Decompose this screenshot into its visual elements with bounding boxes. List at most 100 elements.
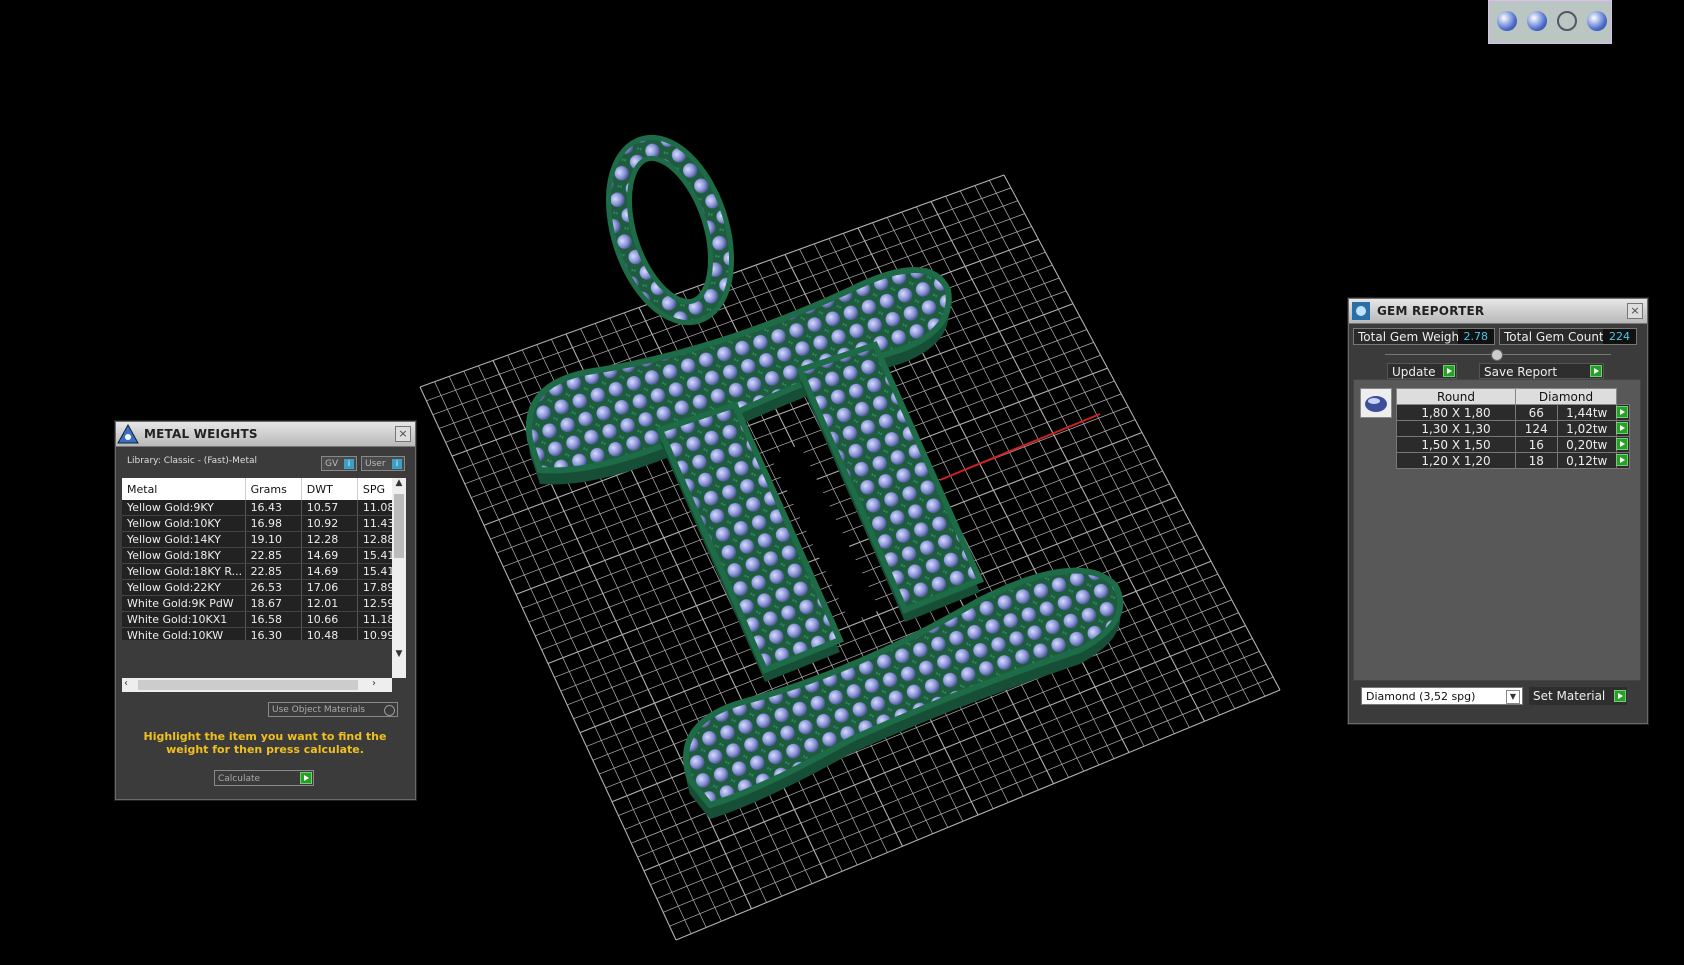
update-label: Update <box>1392 365 1436 379</box>
metal-weights-titlebar[interactable]: METAL WEIGHTS × <box>116 422 415 447</box>
column-header[interactable]: SPG <box>357 478 392 500</box>
scroll-thumb[interactable] <box>138 680 358 690</box>
table-cell: 10.99 <box>357 627 392 640</box>
play-icon <box>1616 438 1628 450</box>
scroll-up-icon[interactable]: ▲ <box>392 478 406 492</box>
close-icon[interactable]: × <box>1627 303 1643 319</box>
gem-table[interactable]: Round Diamond 1,80 X 1,80 66 1,44tw 1,30 X … <box>1396 388 1630 469</box>
horizontal-scrollbar[interactable]: ‹ › <box>122 678 392 692</box>
calculate-label: Calculate <box>218 774 261 784</box>
metal-weights-panel: METAL WEIGHTS × Library: Classic - (Fast… <box>115 421 416 800</box>
update-button[interactable]: Update <box>1387 363 1457 379</box>
table-row[interactable]: White Gold:9K PdW 18.67 12.01 12.59 <box>122 595 392 612</box>
table-cell: 12.01 <box>301 595 358 612</box>
scroll-right-icon[interactable]: › <box>372 678 376 689</box>
gem-row-action[interactable] <box>1616 404 1630 421</box>
play-icon <box>1616 406 1628 418</box>
table-cell: 19.10 <box>245 531 302 548</box>
table-cell: 15.41 <box>357 563 392 580</box>
use-object-materials-toggle[interactable]: Use Object Materials <box>268 702 398 717</box>
table-row[interactable]: Yellow Gold:14KY 19.10 12.28 12.88 <box>122 531 392 548</box>
wire-view-icon[interactable] <box>1557 11 1577 31</box>
gem-count: 16 <box>1515 436 1558 453</box>
sphere-view-icon[interactable] <box>1587 11 1607 31</box>
gem-reporter-panel: GEM REPORTER × Total Gem Weight 2.78 Tota… <box>1348 298 1648 724</box>
vertical-scrollbar[interactable]: ▲ ▼ <box>392 478 406 678</box>
table-row[interactable]: Yellow Gold:18KY 22.85 14.69 15.41 <box>122 547 392 564</box>
table-cell: 11.08 <box>357 500 392 516</box>
table-cell: 14.69 <box>301 547 358 564</box>
user-toggle[interactable]: User i <box>361 456 405 471</box>
set-material-button[interactable]: Set Material <box>1529 687 1627 705</box>
column-header[interactable]: DWT <box>301 478 358 500</box>
splitter-handle-icon[interactable] <box>1491 349 1503 361</box>
table-cell: Yellow Gold:9KY <box>122 500 246 516</box>
set-material-label: Set Material <box>1533 689 1606 703</box>
x-axis-line <box>939 413 1101 481</box>
table-cell: Yellow Gold:14KY <box>122 531 246 548</box>
material-select-value: Diamond (3,52 spg) <box>1366 690 1476 703</box>
gem-row[interactable]: 1,30 X 1,30 124 1,02tw <box>1396 420 1630 437</box>
save-report-label: Save Report <box>1484 365 1558 379</box>
table-cell: 14.69 <box>301 563 358 580</box>
table-row[interactable]: Yellow Gold:9KY 16.43 10.57 11.08 <box>122 500 392 516</box>
gv-toggle[interactable]: GV i <box>321 456 357 471</box>
sphere-view-icon[interactable] <box>1497 11 1517 31</box>
info-icon: i <box>392 459 402 469</box>
shape-header: Round <box>1396 388 1516 405</box>
close-icon[interactable]: × <box>395 426 411 442</box>
column-header[interactable]: Metal <box>122 478 246 500</box>
table-row[interactable]: White Gold:10KW 16.30 10.48 10.99 <box>122 627 392 640</box>
table-cell: White Gold:10KW <box>122 627 246 640</box>
table-row[interactable]: Yellow Gold:18KY R... 22.85 14.69 15.41 <box>122 563 392 580</box>
total-gem-count-value: 224 <box>1603 329 1636 344</box>
sphere-view-icon[interactable] <box>1527 11 1547 31</box>
gem-size: 1,80 X 1,80 <box>1396 404 1516 421</box>
scroll-thumb[interactable] <box>394 494 404 558</box>
user-label: User <box>365 459 386 469</box>
chevron-down-icon[interactable]: ▼ <box>1506 690 1520 704</box>
play-icon <box>1590 365 1602 377</box>
table-cell: White Gold:10KX1 <box>122 611 246 628</box>
gem-row-action[interactable] <box>1616 436 1630 453</box>
table-cell: 16.98 <box>245 515 302 532</box>
column-header[interactable]: Grams <box>245 478 302 500</box>
metal-table[interactable]: Metal Grams DWT SPG Yellow Gold:9KY 16.43 10.… <box>122 478 392 640</box>
table-cell: 15.41 <box>357 547 392 564</box>
table-cell: Yellow Gold:10KY <box>122 515 246 532</box>
table-cell: 26.53 <box>245 579 302 596</box>
gem-row-action[interactable] <box>1616 420 1630 437</box>
round-gem-icon[interactable] <box>1360 388 1392 418</box>
play-icon <box>300 772 312 784</box>
gem-weight: 1,02tw <box>1556 420 1618 437</box>
table-cell: 18.67 <box>245 595 302 612</box>
table-row[interactable]: White Gold:10KX1 16.58 10.66 11.18 <box>122 611 392 628</box>
scroll-left-icon[interactable]: ‹ <box>124 678 128 689</box>
gem-list[interactable]: Round Diamond 1,80 X 1,80 66 1,44tw 1,30 X … <box>1353 379 1641 681</box>
gem-reporter-titlebar[interactable]: GEM REPORTER × <box>1349 299 1647 324</box>
save-report-button[interactable]: Save Report <box>1479 363 1604 379</box>
total-gem-weight-value: 2.78 <box>1457 329 1494 344</box>
gem-row[interactable]: 1,50 X 1,50 16 0,20tw <box>1396 436 1630 453</box>
table-row[interactable]: Yellow Gold:10KY 16.98 10.92 11.43 <box>122 515 392 532</box>
table-cell: 22.85 <box>245 547 302 564</box>
gem-size: 1,50 X 1,50 <box>1396 436 1516 453</box>
calculate-button[interactable]: Calculate <box>214 770 314 786</box>
gem-size: 1,30 X 1,30 <box>1396 420 1516 437</box>
scroll-down-icon[interactable]: ▼ <box>392 649 406 659</box>
gem-count: 18 <box>1515 452 1558 469</box>
instruction-text: Highlight the item you want to find the … <box>143 730 387 756</box>
play-icon <box>1614 690 1626 702</box>
material-select[interactable]: Diamond (3,52 spg) ▼ <box>1361 687 1523 705</box>
table-cell: 10.66 <box>301 611 358 628</box>
metal-weights-icon <box>116 422 140 446</box>
table-cell: 16.30 <box>245 627 302 640</box>
table-cell: 12.59 <box>357 595 392 612</box>
table-cell: 17.06 <box>301 579 358 596</box>
table-row[interactable]: Yellow Gold:22KY 26.53 17.06 17.89 <box>122 579 392 596</box>
panel-title: METAL WEIGHTS <box>144 427 258 441</box>
gem-row[interactable]: 1,80 X 1,80 66 1,44tw <box>1396 404 1630 421</box>
gem-row[interactable]: 1,20 X 1,20 18 0,12tw <box>1396 452 1630 469</box>
gem-row-action[interactable] <box>1616 452 1630 469</box>
table-cell: 10.57 <box>301 500 358 516</box>
